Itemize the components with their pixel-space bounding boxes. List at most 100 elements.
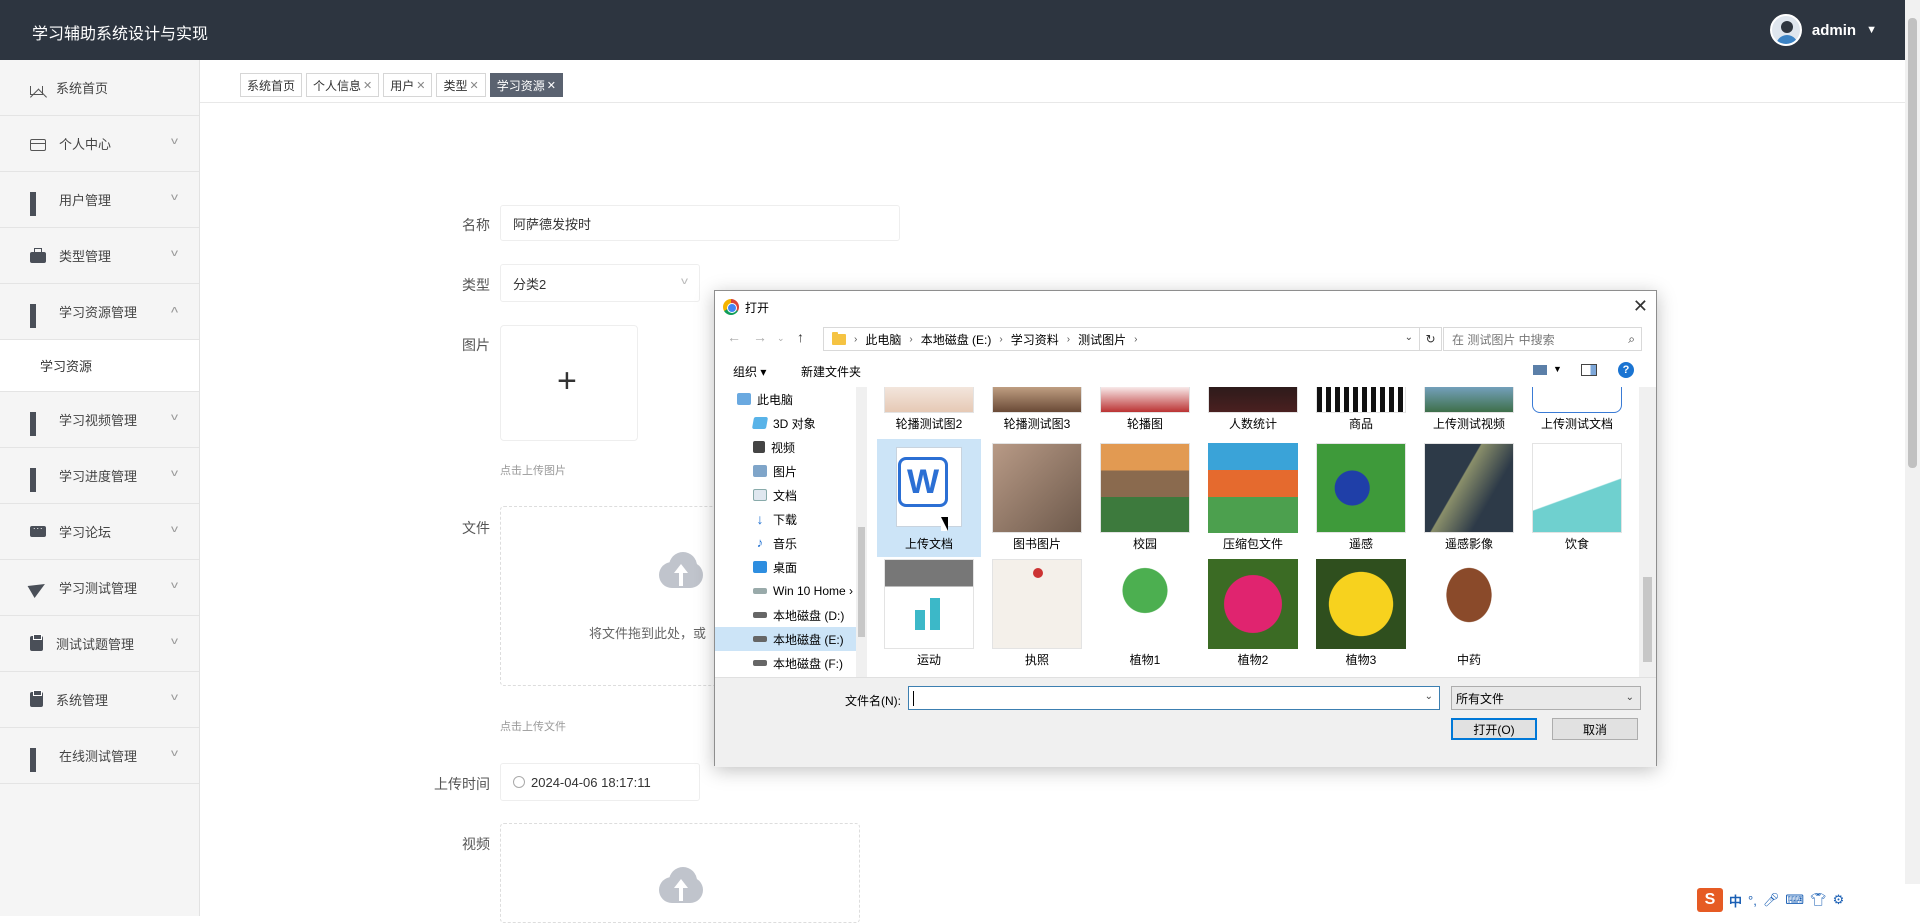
breadcrumb-item[interactable]: 学习资料 bbox=[1011, 331, 1059, 348]
tree-item-downloads[interactable]: ↓ 下载 bbox=[715, 507, 866, 531]
address-bar[interactable]: › 此电脑 › 本地磁盘 (E:) › 学习资料 › 测试图片 › ⌄ bbox=[823, 327, 1420, 351]
tree-item-3d[interactable]: 3D 对象 bbox=[715, 411, 866, 435]
file-item[interactable]: 执照 bbox=[985, 559, 1089, 668]
sidebar-subitem-resources[interactable]: 学习资源 bbox=[0, 340, 199, 392]
file-item[interactable]: 中药 bbox=[1417, 559, 1521, 668]
file-item[interactable]: 植物2 bbox=[1201, 559, 1305, 668]
sidebar-item-types[interactable]: 类型管理 v bbox=[0, 228, 199, 284]
cancel-button[interactable]: 取消 bbox=[1552, 718, 1638, 740]
tab-types[interactable]: 类型 ✕ bbox=[436, 73, 486, 97]
sidebar-item-home[interactable]: 系统首页 bbox=[0, 60, 199, 116]
tree-item-this-pc[interactable]: 此电脑 bbox=[715, 387, 866, 411]
file-item[interactable]: 遥感影像 bbox=[1417, 443, 1521, 552]
view-options-icon[interactable] bbox=[1533, 365, 1547, 375]
sidebar-item-users[interactable]: 用户管理 v bbox=[0, 172, 199, 228]
file-item[interactable]: 人数统计 bbox=[1201, 387, 1305, 432]
type-select[interactable]: 分类2 v bbox=[500, 264, 700, 302]
chevron-down-icon[interactable]: ⌄ bbox=[1405, 332, 1413, 343]
upload-time-input[interactable]: 2024-04-06 18:17:11 bbox=[500, 763, 700, 801]
file-item[interactable]: 校园 bbox=[1093, 443, 1197, 552]
caret-down-icon[interactable]: ▼ bbox=[1866, 24, 1877, 36]
filename-input[interactable]: ⌄ bbox=[908, 686, 1440, 710]
file-item[interactable]: 运动 bbox=[877, 559, 981, 668]
keyboard-icon[interactable]: ⌨ bbox=[1785, 892, 1804, 908]
forward-arrow-icon[interactable]: → bbox=[753, 329, 767, 345]
file-item[interactable]: 饮食 bbox=[1525, 443, 1629, 552]
file-item[interactable]: 压缩包文件 bbox=[1201, 443, 1305, 552]
tools-icon[interactable]: ⚙ bbox=[1833, 892, 1845, 908]
sidebar-item-online-tests[interactable]: 在线测试管理 v bbox=[0, 728, 199, 784]
sidebar-item-questions[interactable]: 测试试题管理 v bbox=[0, 616, 199, 672]
sidebar-item-system[interactable]: 系统管理 v bbox=[0, 672, 199, 728]
open-button[interactable]: 打开(O) bbox=[1451, 718, 1537, 740]
up-arrow-icon[interactable]: ↑ bbox=[797, 329, 804, 345]
file-item[interactable]: 植物1 bbox=[1093, 559, 1197, 668]
tree-item-pictures[interactable]: 图片 bbox=[715, 459, 866, 483]
new-folder-button[interactable]: 新建文件夹 bbox=[801, 363, 861, 380]
sidebar-item-forum[interactable]: 学习论坛 v bbox=[0, 504, 199, 560]
tab-home[interactable]: 系统首页 bbox=[240, 73, 303, 97]
sidebar-item-videos[interactable]: 学习视频管理 v bbox=[0, 392, 199, 448]
file-type-filter[interactable]: 所有文件 ⌄ bbox=[1451, 686, 1641, 710]
chevron-down-icon[interactable]: ⌄ bbox=[1425, 691, 1433, 702]
file-list-scrollbar[interactable] bbox=[1639, 387, 1656, 677]
tree-item-documents[interactable]: 文档 bbox=[715, 483, 866, 507]
help-icon[interactable]: ? bbox=[1618, 362, 1634, 378]
tree-item-drive-d[interactable]: 本地磁盘 (D:) bbox=[715, 603, 866, 627]
sogou-ime-icon[interactable]: S bbox=[1697, 888, 1723, 912]
tree-item-drive-e[interactable]: 本地磁盘 (E:) bbox=[715, 627, 866, 651]
image-upload[interactable]: + bbox=[500, 325, 638, 441]
sidebar-item-resources[interactable]: 学习资源管理 v bbox=[0, 284, 199, 340]
breadcrumb-item[interactable]: 此电脑 bbox=[865, 331, 901, 348]
file-item[interactable]: 上传测试文档 bbox=[1525, 387, 1629, 432]
close-icon[interactable]: ✕ bbox=[416, 79, 425, 92]
video-dropzone[interactable] bbox=[500, 823, 860, 923]
avatar[interactable] bbox=[1769, 14, 1802, 46]
tab-users[interactable]: 用户 ✕ bbox=[383, 73, 433, 97]
tree-item-music[interactable]: ♪ 音乐 bbox=[715, 531, 866, 555]
file-item[interactable]: 商品 bbox=[1309, 387, 1413, 432]
preview-pane-icon[interactable] bbox=[1581, 364, 1597, 376]
close-icon[interactable]: ✕ bbox=[363, 79, 372, 92]
recent-dropdown-icon[interactable]: ⌄ bbox=[777, 333, 785, 344]
file-item[interactable]: 轮播测试图3 bbox=[985, 387, 1089, 432]
sidebar-item-tests[interactable]: 学习测试管理 v bbox=[0, 560, 199, 616]
tree-item-win10[interactable]: Win 10 Home › bbox=[715, 579, 866, 603]
name-input[interactable]: 阿萨德发按时 bbox=[500, 205, 900, 241]
username[interactable]: admin bbox=[1812, 22, 1856, 39]
close-icon[interactable]: ✕ bbox=[547, 79, 556, 92]
sidebar-item-progress[interactable]: 学习进度管理 v bbox=[0, 448, 199, 504]
breadcrumb-item[interactable]: 测试图片 bbox=[1078, 331, 1126, 348]
scrollbar-thumb[interactable] bbox=[1643, 577, 1652, 662]
file-item[interactable]: 轮播测试图2 bbox=[877, 387, 981, 432]
scrollbar-thumb[interactable] bbox=[1908, 18, 1917, 468]
page-scrollbar[interactable] bbox=[1905, 0, 1920, 916]
close-icon[interactable]: ✕ bbox=[470, 79, 479, 92]
back-arrow-icon[interactable]: ← bbox=[727, 329, 741, 345]
tree-item-videos[interactable]: 视频 bbox=[715, 435, 866, 459]
scrollbar-thumb[interactable] bbox=[858, 527, 865, 637]
navigation-scrollbar[interactable] bbox=[856, 387, 867, 677]
dialog-search-input[interactable]: 在 测试图片 中搜索 ⌕ bbox=[1443, 327, 1642, 351]
sidebar-item-personal[interactable]: 个人中心 v bbox=[0, 116, 199, 172]
tab-resources[interactable]: 学习资源 ✕ bbox=[489, 73, 563, 97]
caret-down-icon[interactable]: ▼ bbox=[1553, 364, 1562, 374]
file-item[interactable]: 上传测试视频 bbox=[1417, 387, 1521, 432]
skin-icon[interactable]: 👕︎ bbox=[1810, 892, 1827, 908]
breadcrumb-item[interactable]: 本地磁盘 (E:) bbox=[921, 331, 992, 348]
file-item[interactable]: 图书图片 bbox=[985, 443, 1089, 552]
file-item[interactable]: 遥感 bbox=[1309, 443, 1413, 552]
close-icon[interactable]: ✕ bbox=[1633, 296, 1648, 317]
refresh-icon[interactable]: ↻ bbox=[1420, 327, 1442, 351]
file-item[interactable]: 轮播图 bbox=[1093, 387, 1197, 432]
organize-button[interactable]: 组织 ▾ bbox=[733, 363, 766, 380]
ime-mode-label[interactable]: 中 bbox=[1729, 891, 1742, 910]
tree-item-drive-f[interactable]: 本地磁盘 (F:) bbox=[715, 651, 866, 675]
file-item-selected[interactable]: W 上传文档 bbox=[877, 439, 981, 557]
tree-item-desktop[interactable]: 桌面 bbox=[715, 555, 866, 579]
file-item[interactable]: 植物3 bbox=[1309, 559, 1413, 668]
user-menu[interactable]: admin ▼ bbox=[1769, 14, 1877, 46]
punctuation-icon[interactable]: °, bbox=[1748, 893, 1757, 908]
file-upload-hint[interactable]: 点击上传文件 bbox=[500, 718, 566, 734]
image-upload-hint[interactable]: 点击上传图片 bbox=[500, 462, 566, 478]
